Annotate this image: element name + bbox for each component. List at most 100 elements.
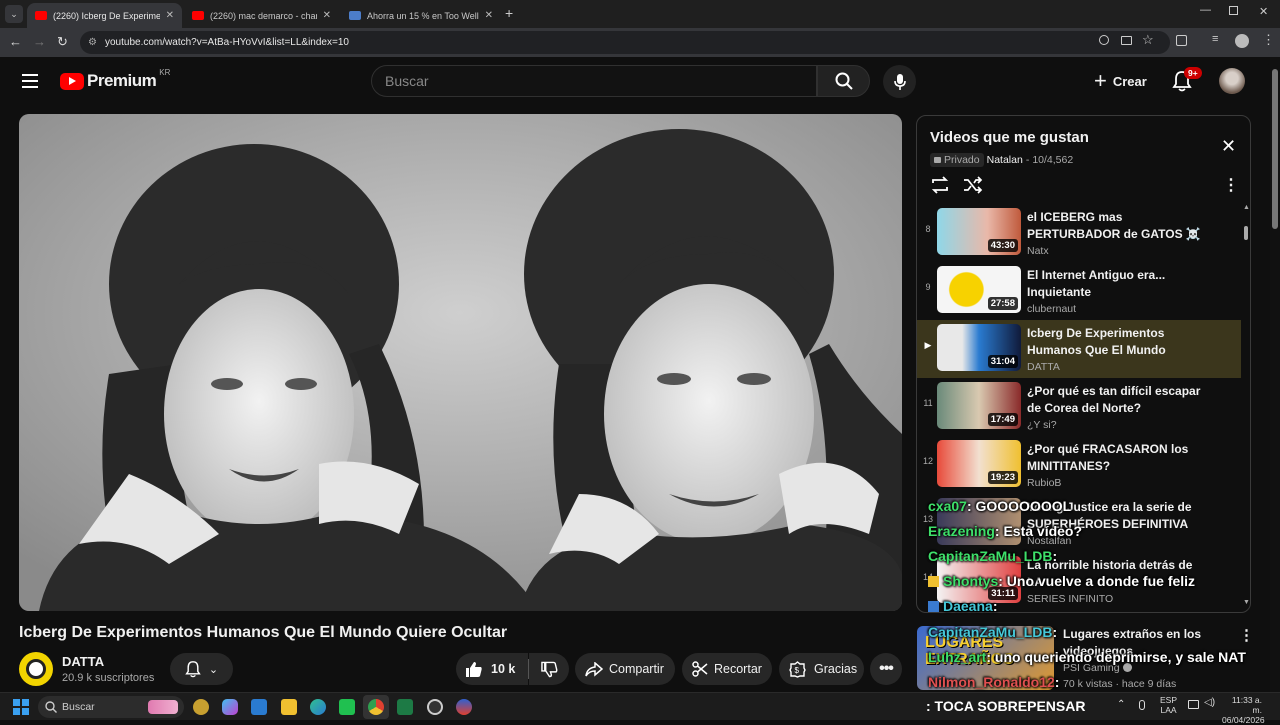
tray-chevron-icon[interactable]: ⌃ (1117, 699, 1125, 710)
hamburger-menu-icon[interactable] (22, 74, 38, 88)
taskbar-app-icon[interactable] (339, 699, 355, 715)
copilot-icon[interactable] (222, 699, 238, 715)
subscription-bell-button[interactable]: ⌄ (170, 653, 233, 685)
tab-title: (2260) Icberg De Experimentos (53, 10, 160, 21)
chat-message: cxa07: GOOOOOOOL (928, 498, 1072, 514)
search-input[interactable]: Buscar (371, 65, 817, 97)
recommended-menu-icon[interactable]: ⋮ (1239, 626, 1254, 644)
address-bar[interactable]: ⚙ youtube.com/watch?v=AtBa-HYoVvI&list=L… (80, 31, 1170, 54)
chat-message: Erazening: Esta vídeo? (928, 523, 1083, 539)
edge-icon[interactable] (310, 699, 326, 715)
playlist-item[interactable]: 12 19:23 ¿Por qué FRACASARON los MINITIT… (917, 436, 1241, 494)
new-tab-button[interactable]: + (505, 5, 513, 21)
youtube-logo[interactable]: Premium KR (60, 68, 170, 91)
back-icon[interactable]: ← (9, 34, 22, 49)
file-explorer-icon[interactable] (281, 699, 297, 715)
bell-icon (185, 661, 201, 678)
volume-icon[interactable]: ◁) (1204, 697, 1215, 708)
browser-tab-3[interactable]: Ahorra un 15 % en Too Well H ✕ (341, 3, 501, 28)
bookmark-star-icon[interactable]: ☆ (1142, 32, 1154, 48)
taskbar-app-icon[interactable] (427, 699, 443, 715)
subscriber-count: 20.9 k suscriptores (62, 672, 155, 684)
video-frame-image (19, 114, 902, 611)
search-button[interactable] (817, 65, 870, 97)
chat-message: CapitanZaMu_LDB: (928, 548, 1058, 564)
logo-text: Premium (87, 71, 157, 90)
like-button[interactable]: 10 k (456, 653, 528, 685)
page-scrollbar[interactable] (1270, 57, 1280, 692)
close-tab-icon[interactable]: ✕ (485, 10, 493, 21)
playlist-item-channel: SERIES INFINITO (1027, 593, 1114, 605)
clip-button[interactable]: Recortar (682, 653, 772, 685)
zoom-icon[interactable] (1099, 35, 1109, 45)
close-playlist-icon[interactable]: ✕ (1221, 136, 1236, 157)
more-actions-button[interactable]: ••• (870, 653, 902, 685)
taskbar-app-icon[interactable] (456, 699, 472, 715)
playlist-scrollbar[interactable]: ▲ ▼ (1241, 201, 1250, 611)
channel-name[interactable]: DATTA (62, 654, 104, 669)
youtube-favicon-icon (192, 11, 204, 20)
like-count: 10 k (491, 662, 516, 676)
minimize-window-icon[interactable]: — (1200, 4, 1211, 16)
playlist-item-channel: RubioB (1027, 477, 1062, 489)
playlist-owner[interactable]: Natalan (987, 154, 1023, 166)
chrome-icon[interactable] (368, 699, 384, 715)
playlist-item-current[interactable]: ▶ 31:04 Icberg De Experimentos Humanos Q… (917, 320, 1241, 378)
share-button[interactable]: Compartir (575, 653, 675, 685)
tab-search-button[interactable]: ⌄ (5, 5, 23, 23)
site-info-icon[interactable]: ⚙ (88, 31, 97, 54)
forward-icon[interactable]: → (33, 34, 46, 49)
clock[interactable]: 11:33 a. m. 06/04/2026 (1222, 695, 1265, 725)
playlist-item[interactable]: 11 17:49 ¿Por qué es tan difícil escapar… (917, 378, 1241, 436)
stream-overlay-text: : TOCA SOBREPENSAR (926, 698, 1086, 714)
chat-badge-icon (928, 601, 939, 612)
playlist-item-channel: DATTA (1027, 361, 1060, 373)
store-icon[interactable] (251, 699, 267, 715)
dislike-button[interactable] (529, 653, 569, 685)
scrollbar-thumb[interactable] (1244, 226, 1248, 240)
notifications-button[interactable]: 9+ (1172, 67, 1202, 92)
channel-avatar[interactable] (19, 652, 53, 686)
extensions-icon[interactable] (1176, 35, 1187, 46)
account-avatar[interactable] (1219, 68, 1245, 94)
browser-tab-1[interactable]: (2260) Icberg De Experimentos ✕ (27, 3, 182, 28)
url-text: youtube.com/watch?v=AtBa-HYoVvI&list=LL&… (105, 37, 349, 48)
taskbar-search[interactable]: Buscar (38, 696, 184, 718)
lock-icon (934, 157, 941, 163)
playlist-item[interactable]: 8 43:30 el ICEBERG mas PERTURBADOR de GA… (917, 204, 1241, 262)
playlist-menu-icon[interactable]: ⋮ (1223, 175, 1239, 195)
browser-menu-icon[interactable]: ⋮ (1262, 32, 1275, 48)
network-icon[interactable] (1188, 700, 1199, 709)
profile-avatar-icon[interactable] (1235, 34, 1249, 48)
playlist-item-title: El Internet Antiguo era... Inquietante (1027, 268, 1166, 299)
video-player[interactable] (19, 114, 902, 611)
voice-search-button[interactable] (883, 65, 916, 98)
taskbar-app-icon[interactable] (193, 699, 209, 715)
youtube-play-logo-icon (60, 72, 84, 90)
windows-start-icon[interactable] (13, 699, 29, 715)
excel-icon[interactable] (397, 699, 413, 715)
close-tab-icon[interactable]: ✕ (166, 10, 174, 21)
tab-title: Ahorra un 15 % en Too Well H (367, 10, 479, 21)
playlist-item-title: Icberg De Experimentos Humanos Que El Mu… (1027, 326, 1166, 357)
create-button[interactable]: + Crear (1094, 70, 1147, 92)
cast-icon[interactable] (1121, 36, 1132, 45)
close-window-icon[interactable]: ✕ (1259, 5, 1268, 18)
maximize-window-icon[interactable] (1229, 6, 1238, 15)
reading-list-icon[interactable]: ≡ (1212, 33, 1218, 45)
reload-icon[interactable]: ↻ (57, 34, 68, 50)
tab-title: (2260) mac demarco - chamber (210, 10, 317, 21)
thanks-button[interactable]: $ Gracias (779, 653, 864, 685)
language-indicator[interactable]: ESP LAA (1160, 695, 1177, 715)
playlist-item-title: el ICEBERG mas PERTURBADOR de GATOS ☠️ (1027, 210, 1201, 241)
close-tab-icon[interactable]: ✕ (323, 10, 331, 21)
microphone-tray-icon[interactable] (1139, 700, 1145, 710)
scrollbar-thumb[interactable] (1272, 69, 1278, 229)
loop-playlist-icon[interactable] (930, 176, 950, 194)
video-thumbnail: 27:58 (937, 266, 1021, 313)
youtube-favicon-icon (35, 11, 47, 20)
scissors-icon (692, 661, 708, 677)
browser-tab-2[interactable]: (2260) mac demarco - chamber ✕ (184, 3, 339, 28)
playlist-item[interactable]: 9 27:58 El Internet Antiguo era... Inqui… (917, 262, 1241, 320)
shuffle-playlist-icon[interactable] (963, 176, 983, 194)
